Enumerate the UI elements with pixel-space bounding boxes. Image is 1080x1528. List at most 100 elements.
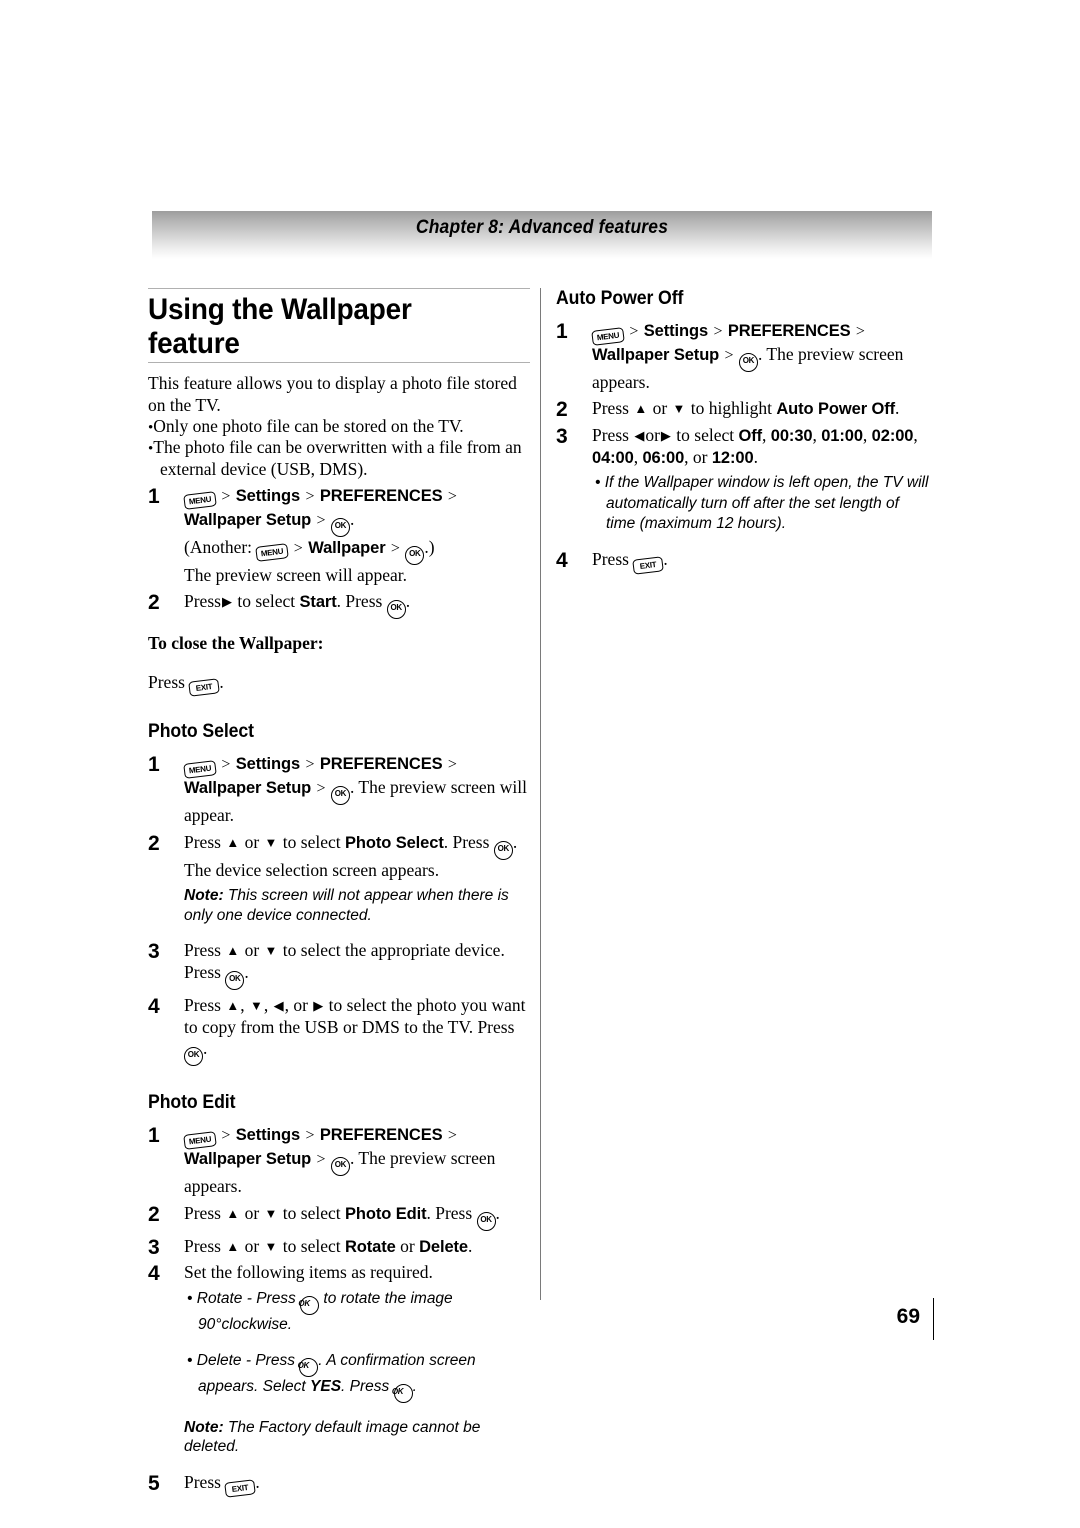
step-number: 3 <box>148 940 160 964</box>
chapter-banner: Chapter 8: Advanced features <box>152 211 932 259</box>
ok-key-icon: OK <box>184 1047 203 1067</box>
path-item: Wallpaper Setup <box>592 345 720 364</box>
arrow-up-icon: ▲ <box>226 1238 240 1254</box>
step-number: 2 <box>556 398 568 422</box>
step-item: 2 Press ▲ or ▼ to highlight Auto Power O… <box>556 398 932 422</box>
path-item: PREFERENCES <box>727 322 851 340</box>
note-label: Note: <box>184 1419 224 1437</box>
ok-key-icon: OK <box>386 600 406 620</box>
menu-target: Delete <box>419 1237 468 1256</box>
intro-bullet-1: •Only one photo file can be stored on th… <box>148 415 464 436</box>
step-number: 2 <box>148 591 160 615</box>
ok-key-icon: OK <box>330 1157 350 1177</box>
arrow-right-icon: ▶ <box>221 594 232 610</box>
title-rule-top <box>148 288 530 289</box>
option-value: 01:00 <box>821 427 863 446</box>
step-body: MENU > Settings > PREFERENCES > Wallpape… <box>183 486 457 585</box>
arrow-up-icon: ▲ <box>226 1205 240 1221</box>
step-number: 4 <box>556 549 568 573</box>
step-body: Press EXIT. <box>184 1472 530 1498</box>
arrow-down-icon: ▼ <box>249 997 263 1013</box>
path-item: Wallpaper Setup <box>184 778 312 797</box>
menu-target: Auto Power Off <box>776 400 896 419</box>
option-value: 00:30 <box>770 427 813 446</box>
ok-key-icon: OK <box>330 785 350 805</box>
menu-target: Photo Select <box>344 833 444 852</box>
step-body: MENU > Settings > PREFERENCES > Wallpape… <box>591 322 904 392</box>
step-body: MENU > Settings > PREFERENCES > Wallpape… <box>183 755 527 825</box>
path-item: Settings <box>235 486 301 505</box>
ok-key-icon: OK <box>298 1357 319 1377</box>
path-separator: > <box>629 323 639 340</box>
step-body: Press ▲ or ▼ to select Photo Edit. Press… <box>184 1203 530 1231</box>
ok-key-icon: OK <box>476 1211 496 1231</box>
page-number: 69 <box>896 1305 920 1328</box>
path-item: Wallpaper Setup <box>184 1150 312 1169</box>
menu-target: Start <box>299 593 337 612</box>
arrow-up-icon: ▲ <box>226 997 240 1013</box>
ok-key-icon: OK <box>738 352 758 372</box>
ok-key-icon: OK <box>392 1383 413 1403</box>
path-item: Wallpaper Setup <box>184 510 312 529</box>
column-divider <box>540 288 541 1300</box>
exit-key-icon: EXIT <box>188 674 221 698</box>
step-number: 3 <box>556 425 568 449</box>
page-title: Using the Wallpaper feature <box>148 293 412 360</box>
exit-key-icon: EXIT <box>224 1474 257 1498</box>
arrow-down-icon: ▼ <box>264 834 278 850</box>
bullet-dot-icon: • <box>187 1290 193 1308</box>
ok-key-icon: OK <box>298 1296 320 1316</box>
step-tail: The preview screen will appear. <box>184 564 408 585</box>
arrow-left-icon: ◀ <box>634 428 645 444</box>
footer-rule <box>933 1298 934 1340</box>
path-separator: > <box>447 487 457 505</box>
menu-target: Rotate <box>344 1237 396 1256</box>
step-item: 3 Press ▲ or ▼ to select the appropriate… <box>148 940 530 990</box>
step-body: Press ▲ or ▼ to select Rotate or Delete. <box>184 1235 473 1256</box>
path-separator: > <box>305 1127 315 1145</box>
path-separator: > <box>316 779 326 797</box>
title-rule-bottom <box>148 362 530 364</box>
arrow-right-icon: ▶ <box>313 997 324 1013</box>
note-label: Note: <box>184 887 224 905</box>
arrow-up-icon: ▲ <box>226 943 240 959</box>
step-item: 1 MENU > Settings > PREFERENCES > Wallpa… <box>148 485 530 586</box>
note-photo-select: Note: This screen will not appear when t… <box>184 887 509 924</box>
step-item: 5 Press EXIT. <box>148 1472 530 1498</box>
path-separator: > <box>447 1127 457 1145</box>
step-number: 1 <box>148 1124 160 1148</box>
step-item: 3 Press ◀or▶ to select Off, 00:30, 01:00… <box>556 425 932 468</box>
note-photo-edit: Note: The Factory default image cannot b… <box>184 1419 481 1456</box>
step-number: 4 <box>148 994 160 1018</box>
step-item: 3 Press ▲ or ▼ to select Rotate or Delet… <box>148 1235 530 1259</box>
path-separator: > <box>713 323 723 340</box>
arrow-down-icon: ▼ <box>264 1238 278 1254</box>
section-heading-auto-power-off: Auto Power Off <box>556 288 684 309</box>
step-item: 2 Press ▲ or ▼ to select Photo Edit. Pre… <box>148 1203 530 1231</box>
arrow-down-icon: ▼ <box>264 1205 278 1221</box>
right-column: Auto Power Off 1 MENU > Settings > PREFE… <box>556 288 932 575</box>
step-item: 2 Press▶ to select Start. Press OK. <box>148 591 530 620</box>
arrow-up-icon: ▲ <box>634 401 648 417</box>
path-item: PREFERENCES <box>319 486 443 505</box>
step-item: 1 MENU > Settings > PREFERENCES > Wallpa… <box>148 753 530 826</box>
menu-target: Photo Edit <box>344 1204 427 1223</box>
menu-key-icon: MENU <box>183 755 217 779</box>
menu-key-icon: MENU <box>255 539 290 562</box>
option-value: 12:00 <box>711 448 754 467</box>
step-number: 2 <box>148 831 160 855</box>
step-number: 2 <box>148 1202 160 1226</box>
option-value: Off <box>738 427 763 446</box>
chapter-banner-title: Chapter 8: Advanced features <box>415 217 669 238</box>
path-item: PREFERENCES <box>319 1126 443 1145</box>
path-separator: > <box>221 756 231 774</box>
step-body: Press▶ to select Start. Press OK. <box>184 591 530 620</box>
sub-bullet-auto-power-off: • If the Wallpaper window is left open, … <box>595 474 929 532</box>
path-separator: > <box>855 323 865 340</box>
step-body: Press ▲ or ▼ to select the appropriate d… <box>184 940 530 990</box>
path-separator: > <box>305 487 315 505</box>
menu-key-icon: MENU <box>183 1126 217 1150</box>
ok-key-icon: OK <box>225 970 245 990</box>
arrow-up-icon: ▲ <box>226 834 240 850</box>
bullet-dot-icon: • <box>595 474 601 492</box>
